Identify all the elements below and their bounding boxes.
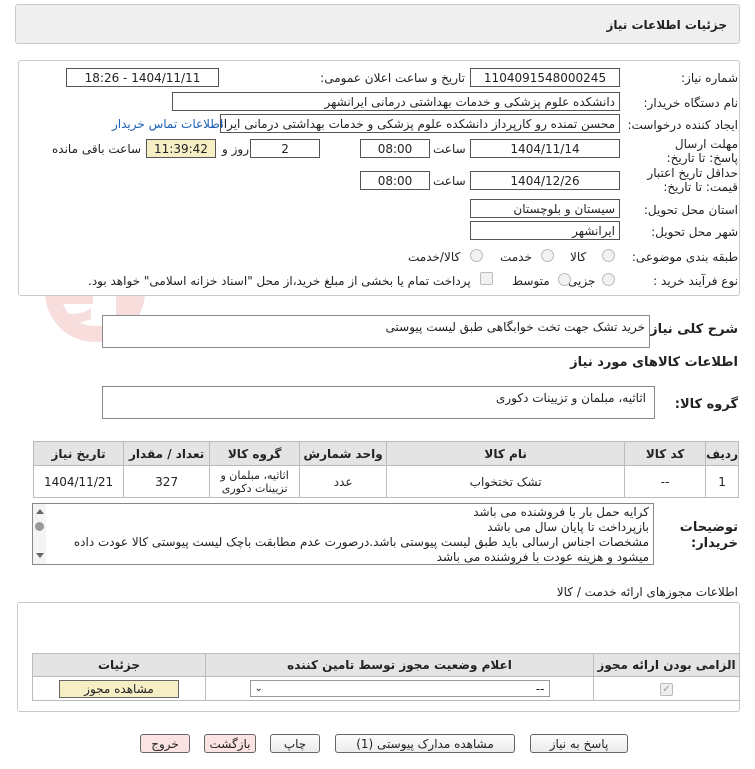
category-radio-goods-service[interactable] [470,249,483,262]
summary-label: شرح کلی نیاز: [644,322,738,337]
remaining-time-field: 11:39:42 [146,139,216,158]
category-radio-goods[interactable] [602,249,615,262]
note-line: مشخصات اجناس ارسالی باید طبق لیست پیوستی… [73,535,649,549]
process-option-minor: جزیی [568,274,596,288]
validity-time-field: 08:00 [360,171,430,190]
buyer-label: نام دستگاه خریدار: [643,96,739,110]
need-number-label: شماره نیاز: [681,71,738,85]
permits-table: الزامی بودن ارائه مجوز اعلام وضعیت مجوز … [32,653,740,701]
category-radio-service[interactable] [541,249,554,262]
col-permit-required: الزامی بودن ارائه مجوز [593,653,740,677]
note-line: میشود و هزینه عودت با فروشنده می باشد [436,550,649,564]
permit-details-cell: مشاهده مجوز [32,676,206,701]
category-option-goods: کالا [570,250,587,264]
remaining-label: ساعت باقی مانده [52,142,142,156]
buyer-notes-box[interactable]: کرایه حمل بار با فروشنده می باشد بازپردا… [32,503,654,565]
permit-required-checkbox: ✓ [660,682,673,696]
days-field: 2 [250,139,320,158]
contact-buyer-link[interactable]: اطلاعات تماس خریدار [112,117,223,131]
validity-time-label: ساعت [433,174,466,188]
cell-unit: عدد [299,465,388,498]
province-label: استان محل تحویل: [643,203,738,217]
col-unit: واحد شمارش [299,441,388,466]
header-panel: جزئیات اطلاعات نیاز [15,4,740,44]
announce-field: 1404/11/11 - 18:26 [66,68,219,87]
table-row: ✓ -- ⌄ مشاهده مجوز [32,676,740,701]
goods-group-label: گروه کالا: [674,397,738,412]
treasury-payment-text: پرداخت تمام یا بخشی از مبلغ خرید،از محل … [88,274,471,288]
items-table: ردیف کد کالا نام کالا واحد شمارش گروه کا… [32,441,739,498]
permit-required-cell: ✓ [593,676,740,701]
goods-group-field: اثاثیه، مبلمان و تزیینات دکوری [102,386,655,419]
goods-section-title: اطلاعات کالاهای مورد نیاز [570,355,738,370]
page-title: جزئیات اطلاعات نیاز [606,18,727,32]
treasury-payment-checkbox[interactable] [480,272,493,285]
validity-date-field: 1404/12/26 [470,171,620,190]
col-code: کد کالا [624,441,707,466]
note-line: کرایه حمل بار با فروشنده می باشد [473,505,649,519]
cell-date: 1404/11/21 [32,465,125,498]
col-permit-status: اعلام وضعیت مجوز توسط تامین کننده [205,653,594,677]
note-line: بازپرداخت تا پایان سال می باشد [487,520,649,534]
back-button[interactable]: بازگشت [204,734,256,753]
scroll-up-icon[interactable] [35,509,44,514]
days-label: روز و [222,142,249,156]
reply-time-field: 08:00 [360,139,430,158]
buyer-field: دانشکده علوم پزشکی و خدمات بهداشتی درمان… [172,92,620,111]
city-label: شهر محل تحویل: [651,225,738,239]
permit-status-cell: -- ⌄ [205,676,594,701]
validity-label: حداقل تاریخ اعتبار قیمت: تا تاریخ: [647,166,738,194]
col-row: ردیف [705,441,739,466]
category-option-service: خدمت [500,250,532,264]
permit-status-value: -- [535,681,545,696]
cell-qty: 327 [123,465,211,498]
category-option-goods-service: کالا/خدمت [408,250,461,264]
notes-scrollbar[interactable] [33,504,46,564]
col-group: گروه کالا [209,441,301,466]
col-name: نام کالا [386,441,626,466]
creator-field: محسن تمنده رو کارپرداز دانشکده علوم پزشک… [220,114,620,133]
category-label: طبقه بندی موضوعی: [631,250,738,264]
process-label: نوع فرآیند خرید : [653,274,738,288]
scroll-down-icon[interactable] [35,553,44,558]
reply-time-label: ساعت [433,142,466,156]
announce-label: تاریخ و ساعت اعلان عمومی: [320,71,465,85]
process-radio-medium[interactable] [558,273,571,286]
city-field: ایرانشهر [470,221,620,240]
reply-date-field: 1404/11/14 [470,139,620,158]
chevron-down-icon: ⌄ [254,683,263,694]
need-number-field: 1104091548000245 [470,68,620,87]
exit-button[interactable]: خروج [140,734,190,753]
col-qty: تعداد / مقدار [123,441,211,466]
cell-code: -- [624,465,707,498]
cell-row: 1 [705,465,739,498]
summary-field: خرید تشک جهت تخت خوابگاهی طبق لیست پیوست… [102,315,650,348]
permit-status-select[interactable]: -- ⌄ [249,680,550,697]
reply-button[interactable]: پاسخ به نیاز [530,734,628,753]
creator-label: ایجاد کننده درخواست: [627,118,738,132]
buyer-notes-label: توضیحات خریدار: [679,520,738,551]
process-radio-minor[interactable] [602,273,615,286]
province-field: سیستان و بلوچستان [470,199,620,218]
print-button[interactable]: چاپ [270,734,320,753]
cell-name: تشک تختخواب [386,465,626,498]
reply-deadline-label: مهلت ارسال پاسخ: تا تاریخ: [666,137,738,165]
table-row: 1 -- تشک تختخواب عدد اثاثیه، مبلمان و تز… [32,465,739,498]
permits-title: اطلاعات مجوزهای ارائه خدمت / کالا [556,585,738,599]
scroll-thumb-icon[interactable] [35,522,44,531]
col-date: تاریخ نیاز [32,441,125,466]
attachments-button[interactable]: مشاهده مدارک پیوستی (1) [335,734,515,753]
cell-group: اثاثیه، مبلمان و تزیینات دکوری [209,465,301,498]
process-option-medium: متوسط [512,274,550,288]
col-permit-details: جزئیات [32,653,206,677]
view-permit-button[interactable]: مشاهده مجوز [59,679,179,698]
